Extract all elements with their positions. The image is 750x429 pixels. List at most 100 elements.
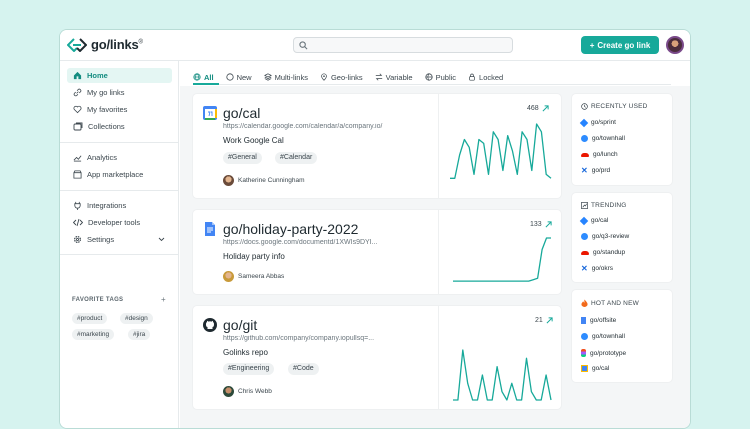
github-icon: [203, 318, 217, 332]
sidebar-item-label: My favorites: [87, 105, 128, 114]
recent-link-label: go/lunch: [593, 151, 618, 158]
active-tab-indicator: [193, 83, 219, 85]
sparkline-path: [453, 349, 552, 401]
tab-all[interactable]: All: [193, 70, 214, 84]
hot-link-item[interactable]: go/cal: [581, 365, 609, 372]
collections-icon: [73, 122, 83, 131]
create-go-link-label: Create go link: [597, 40, 651, 50]
link-tag[interactable]: #General: [223, 152, 262, 164]
sidebar-item-label: Collections: [88, 122, 125, 131]
recent-link-item[interactable]: ✕ go/prd: [581, 167, 610, 175]
sidebar-item-collections[interactable]: Collections: [67, 119, 172, 134]
tab-label: All: [204, 72, 214, 82]
plug-icon: [74, 201, 81, 210]
go-link-card[interactable]: go/holiday-party-2022 https://docs.googl…: [193, 210, 561, 294]
favorite-tags-title: FAVORITE TAGS: [72, 297, 124, 303]
user-avatar[interactable]: [666, 36, 684, 54]
link-tag[interactable]: #Code: [288, 363, 319, 375]
tab-multi-links[interactable]: Multi-links: [263, 70, 308, 84]
sidebar-item-developer-tools[interactable]: Developer tools: [67, 215, 172, 230]
sidebar-item-my-favorites[interactable]: My favorites: [67, 102, 172, 117]
trending-link-item[interactable]: go/standup: [581, 249, 625, 256]
trend-up-icon: [542, 105, 549, 112]
owner-name: Katherine Cunningham: [238, 177, 305, 184]
sidebar-item-label: App marketplace: [87, 170, 144, 179]
favorite-tag[interactable]: #marketing: [72, 329, 115, 340]
link-url[interactable]: https://github.com/company/company.iopul…: [223, 335, 408, 342]
map-pin-icon: [321, 73, 327, 81]
hot-link-item[interactable]: go/offsite: [581, 317, 616, 324]
trending-link-item[interactable]: go/cal: [579, 216, 609, 225]
link-title[interactable]: go/holiday-party-2022: [223, 221, 358, 237]
tab-new[interactable]: New: [225, 70, 252, 84]
trending-header: TRENDING: [581, 202, 627, 209]
click-count-value: 468: [527, 105, 539, 112]
layers-icon: [263, 73, 272, 81]
sidebar-item-settings[interactable]: Settings: [67, 232, 172, 247]
click-sparkline: [450, 123, 552, 179]
link-tag[interactable]: #Engineering: [223, 363, 275, 375]
tab-label: New: [236, 72, 252, 82]
docs-icon: [581, 317, 586, 324]
hot-link-item[interactable]: go/prototype: [581, 349, 626, 357]
recent-link-item[interactable]: go/lunch: [581, 151, 618, 158]
link-description: Work Google Cal: [223, 136, 284, 145]
sparkline-path: [450, 123, 552, 179]
golinks-logo[interactable]: go/links®: [67, 37, 143, 52]
public-globe-icon: [425, 73, 433, 81]
golinks-logo-icon: [67, 37, 87, 52]
analytics-icon: [73, 155, 82, 162]
sidebar-item-analytics[interactable]: Analytics: [67, 150, 172, 165]
link-tag[interactable]: #Calendar: [275, 152, 318, 164]
confluence-icon: ✕: [581, 264, 588, 273]
favorite-tag[interactable]: #design: [120, 313, 153, 324]
hot-link-item[interactable]: go/townhall: [581, 333, 625, 340]
sidebar-item-app-marketplace[interactable]: App marketplace: [67, 167, 172, 182]
favorite-tag[interactable]: #product: [72, 313, 108, 324]
trending-title: TRENDING: [591, 202, 627, 209]
click-sparkline: [453, 349, 552, 401]
store-icon: [73, 170, 82, 179]
sidebar-item-label: Integrations: [87, 201, 127, 210]
add-favorite-tag-button[interactable]: +: [161, 295, 166, 304]
trending-link-item[interactable]: ✕ go/okrs: [581, 264, 613, 273]
trending-link-item[interactable]: go/q3-review: [581, 233, 629, 240]
arrows-icon: [375, 73, 382, 81]
sidebar-item-integrations[interactable]: Integrations: [67, 198, 172, 213]
sidebar-item-my-go-links[interactable]: My go links: [67, 85, 172, 100]
recently-used-panel: RECENTLY USED go/sprint go/townhall go/l…: [572, 94, 672, 185]
chart-icon: [581, 202, 588, 209]
go-link-card[interactable]: go/git https://github.com/company/compan…: [193, 306, 561, 409]
calendar-icon: [581, 365, 588, 372]
tab-locked[interactable]: Locked: [468, 70, 503, 84]
link-url[interactable]: https://calendar.google.com/calendar/a/c…: [223, 123, 408, 130]
doordash-icon: [581, 152, 589, 157]
go-link-card[interactable]: go/cal https://calendar.google.com/calen…: [193, 94, 561, 198]
tab-variable[interactable]: Variable: [375, 70, 413, 84]
link-title[interactable]: go/cal: [223, 105, 260, 121]
sidebar-divider: [60, 190, 179, 191]
click-count-value: 21: [535, 317, 543, 324]
tab-geo-links[interactable]: Geo-links: [320, 70, 363, 84]
doordash-icon: [581, 250, 589, 255]
link-url[interactable]: https://docs.google.com/documentd/1XWIs9…: [223, 239, 408, 246]
sidebar-item-home[interactable]: Home: [67, 68, 172, 83]
top-bar: go/links® + Create go link: [60, 30, 690, 61]
recent-link-item[interactable]: go/townhall: [581, 135, 625, 142]
link-owner: Sameera Abbas: [223, 271, 284, 282]
google-calendar-icon: [203, 106, 217, 120]
owner-avatar: [223, 175, 234, 186]
tab-public[interactable]: Public: [425, 70, 456, 84]
search-input[interactable]: [293, 37, 513, 53]
link-title[interactable]: go/git: [223, 317, 257, 333]
favorite-tag[interactable]: #jira: [128, 329, 151, 340]
trending-link-label: go/cal: [591, 217, 609, 224]
create-go-link-button[interactable]: + Create go link: [581, 36, 659, 54]
sidebar-item-label: Home: [87, 71, 108, 80]
link-description: Golinks repo: [223, 348, 268, 357]
recent-link-item[interactable]: go/sprint: [579, 118, 616, 127]
chevron-down-icon[interactable]: [158, 237, 165, 242]
sidebar-item-label: Analytics: [87, 153, 118, 162]
zoom-icon: [581, 333, 588, 340]
clock-icon: [581, 103, 588, 110]
